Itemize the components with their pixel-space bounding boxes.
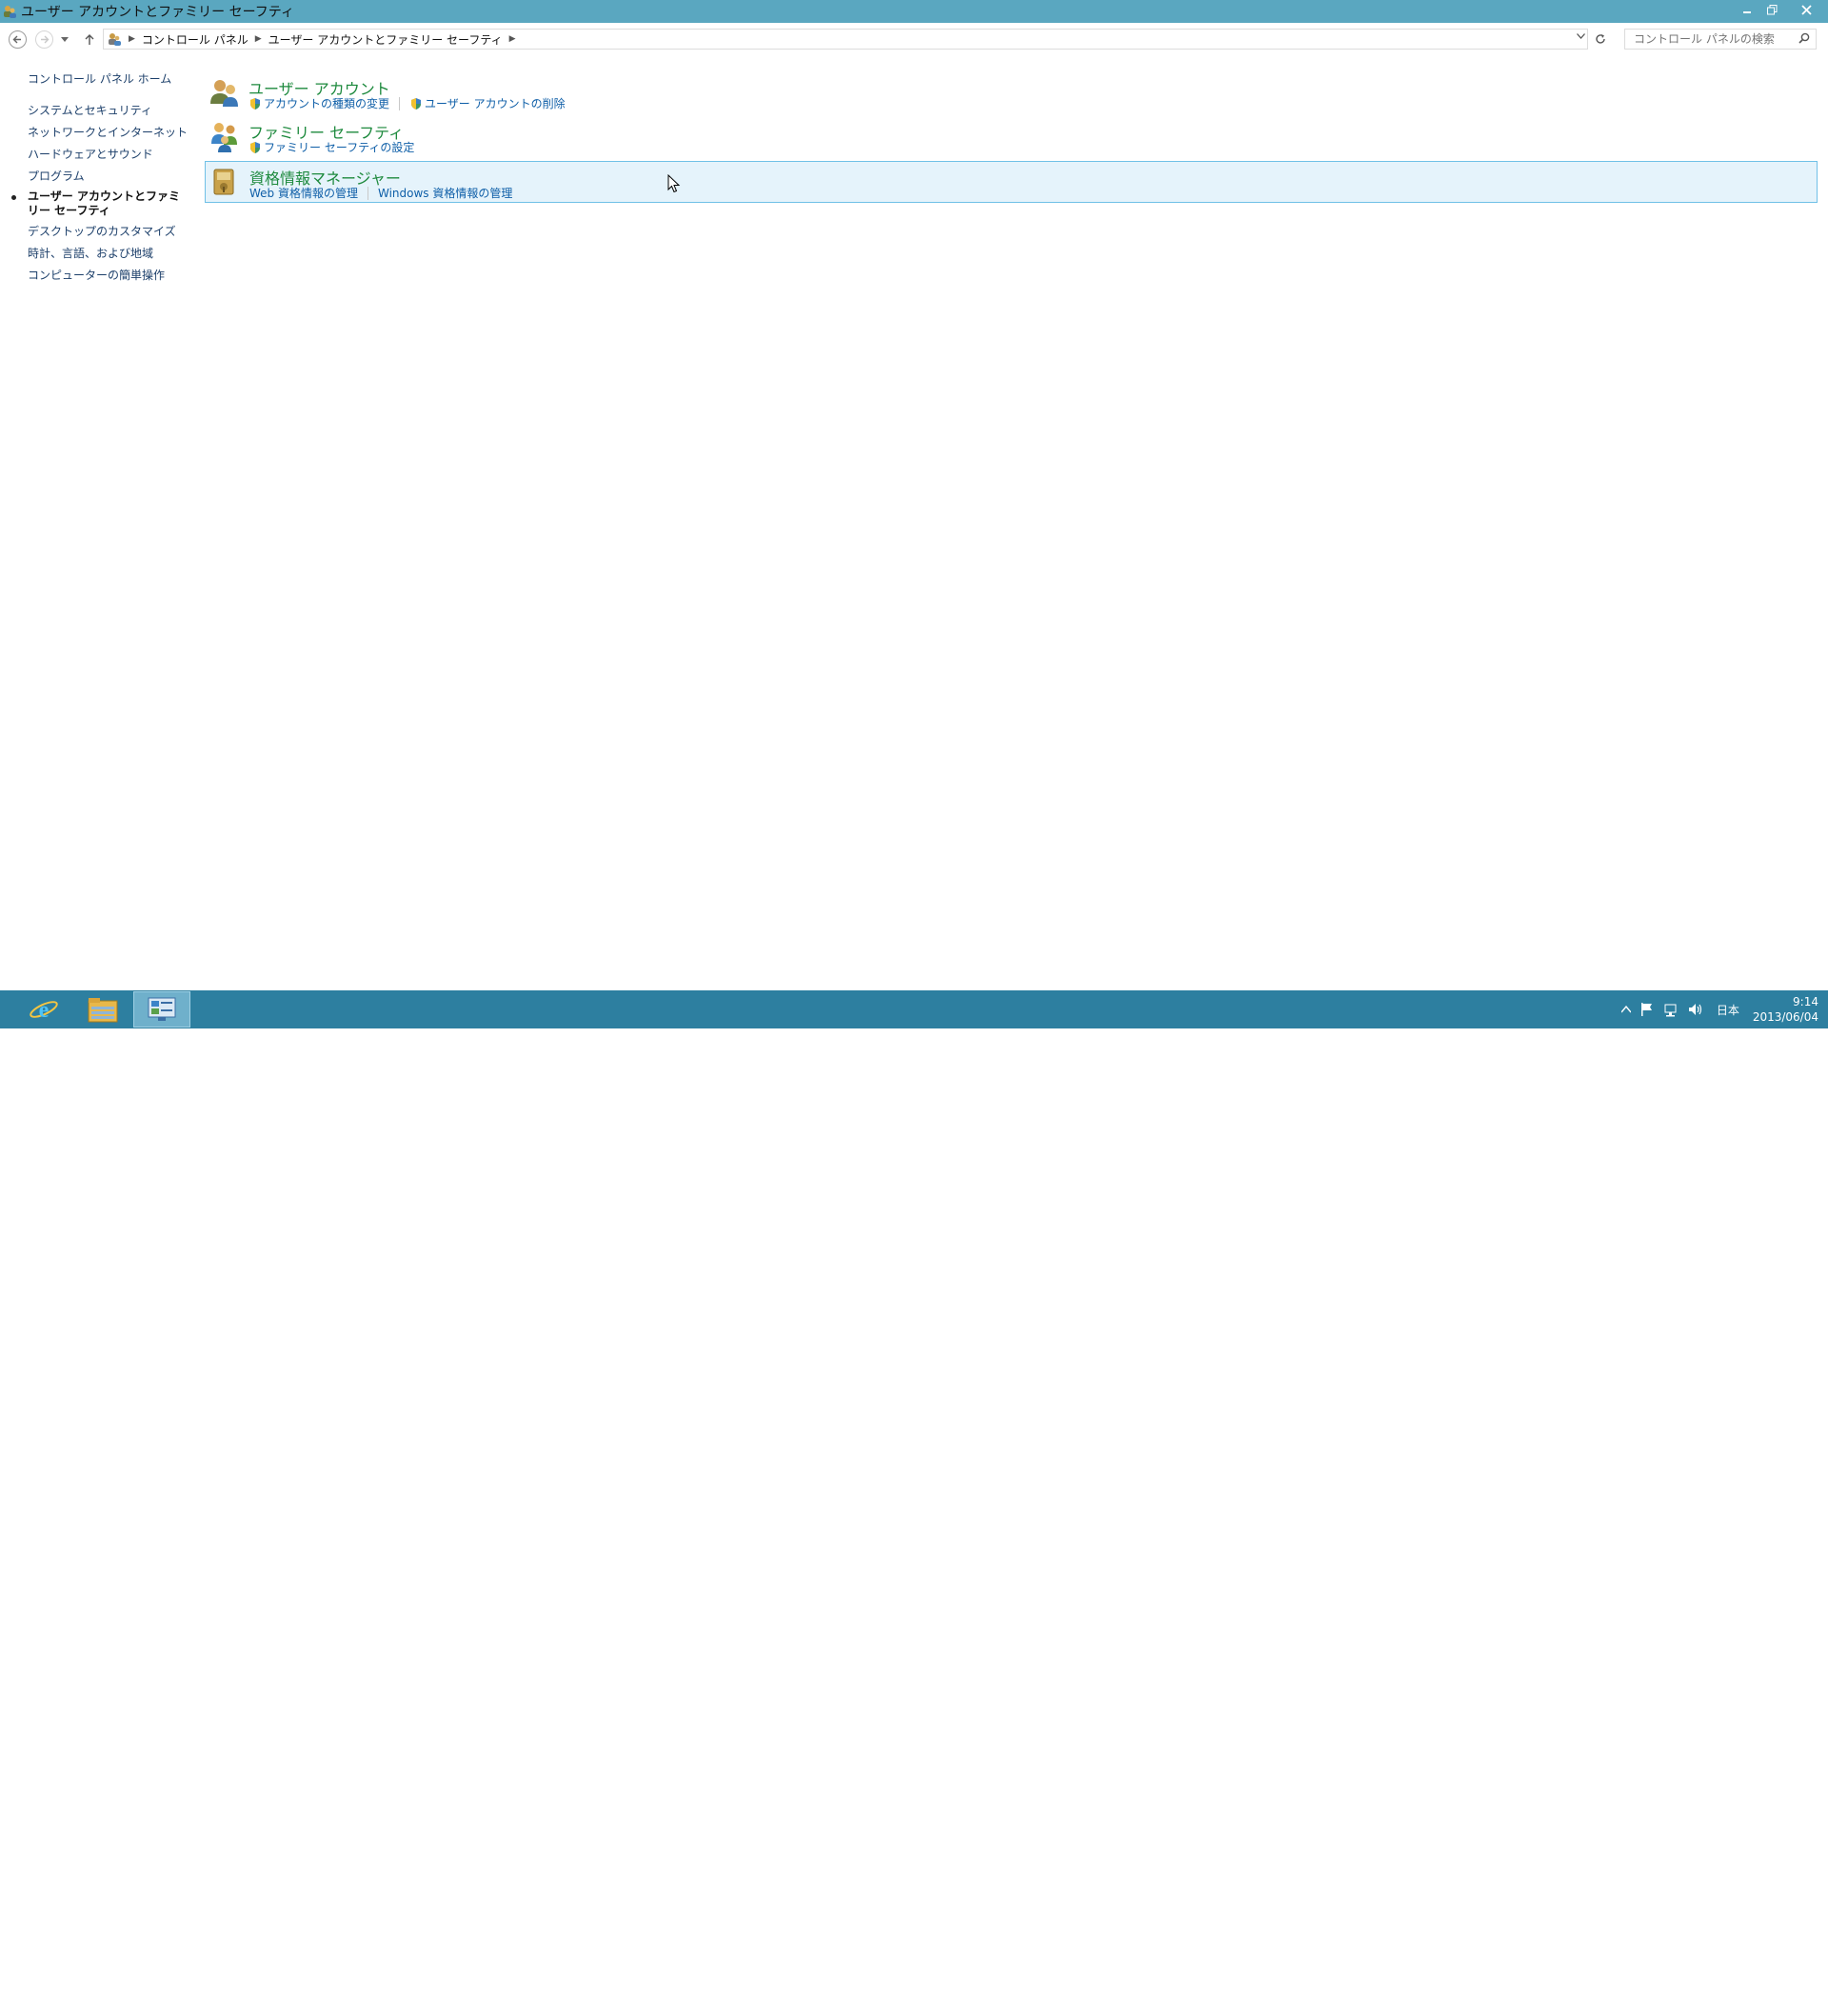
category-credential-manager[interactable]: 資格情報マネージャー Web 資格情報の管理 Windows 資格情報の管理 [205, 161, 1818, 203]
search-icon[interactable] [1798, 32, 1810, 47]
category-user-accounts[interactable]: ユーザー アカウント アカウントの種類の変更 ユーザー アカウントの削除 [205, 72, 1818, 114]
refresh-icon [1596, 34, 1605, 44]
control-panel-users-icon [2, 4, 17, 19]
family-safety-icon[interactable] [208, 119, 242, 153]
refresh-button[interactable] [1590, 30, 1611, 49]
link-label[interactable]: ユーザー アカウントの削除 [425, 95, 566, 111]
divider [399, 96, 401, 110]
link-label[interactable]: ファミリー セーフティの設定 [264, 139, 414, 155]
svg-text:e: e [39, 998, 50, 1023]
location-icon [107, 31, 122, 47]
current-item-bullet [11, 195, 16, 200]
control-panel-icon [148, 997, 176, 1021]
back-button[interactable] [9, 30, 27, 49]
restore-button[interactable] [1759, 0, 1784, 19]
search-box[interactable] [1624, 29, 1817, 50]
clock-date: 2013/06/04 [1752, 1010, 1818, 1024]
recent-locations-button[interactable] [58, 30, 71, 50]
address-dropdown-icon[interactable] [1577, 31, 1585, 42]
close-icon [1800, 4, 1812, 15]
uac-shield-icon [250, 141, 260, 153]
address-row: ▶ コントロール パネル ▶ ユーザー アカウントとファミリー セーフティ ▶ [0, 23, 1828, 55]
tray-overflow-icon[interactable] [1620, 1006, 1631, 1013]
link-label[interactable]: アカウントの種類の変更 [264, 95, 389, 111]
up-arrow-icon [85, 34, 94, 45]
taskbar-file-explorer[interactable] [74, 990, 131, 1028]
clock-time: 9:14 [1793, 995, 1818, 1008]
breadcrumb-control-panel[interactable]: コントロール パネル [142, 31, 248, 48]
nav-ease-of-access[interactable]: コンピューターの簡単操作 [28, 267, 165, 283]
input-language-indicator[interactable]: 日本 [1717, 1002, 1739, 1018]
breadcrumb-separator-icon[interactable]: ▶ [509, 34, 516, 44]
up-button[interactable] [79, 30, 100, 50]
breadcrumb-separator-icon[interactable]: ▶ [129, 34, 135, 44]
minimize-icon [1743, 11, 1751, 13]
watermark-text: The Collection Book [1653, 1989, 1805, 2009]
manage-web-credentials-link[interactable]: Web 資格情報の管理 [249, 185, 358, 201]
close-button[interactable] [1784, 0, 1828, 19]
delete-user-account-link[interactable]: ユーザー アカウントの削除 [409, 95, 566, 111]
forward-arrow-icon [41, 35, 50, 44]
forward-button[interactable] [35, 30, 53, 49]
internet-explorer-icon: e [30, 998, 58, 1023]
nav-user-accounts-current: ユーザー アカウントとファミリー セーフティ [28, 190, 180, 217]
back-arrow-icon [12, 35, 21, 44]
search-input[interactable] [1634, 32, 1796, 46]
user-accounts-icon[interactable] [208, 75, 242, 110]
nav-desktop-customize[interactable]: デスクトップのカスタマイズ [28, 223, 176, 239]
watermark: The Collection Book [1604, 1984, 1805, 2016]
volume-icon[interactable] [1688, 1002, 1705, 1017]
chevron-down-icon [61, 37, 69, 42]
taskbar-internet-explorer[interactable]: e [15, 990, 72, 1028]
nav-system-security[interactable]: システムとセキュリティ [28, 102, 152, 118]
nav-clock-language-region[interactable]: 時計、言語、および地域 [28, 245, 153, 261]
action-center-flag-icon[interactable] [1640, 1002, 1654, 1017]
clock[interactable]: 9:14 2013/06/04 [1753, 994, 1818, 1025]
taskbar-control-panel[interactable] [133, 991, 190, 1028]
uac-shield-icon [411, 97, 422, 110]
nav-network-internet[interactable]: ネットワークとインターネット [28, 124, 188, 140]
network-icon[interactable] [1663, 1002, 1679, 1017]
address-box[interactable]: ▶ コントロール パネル ▶ ユーザー アカウントとファミリー セーフティ ▶ [103, 29, 1588, 50]
breadcrumb-separator-icon[interactable]: ▶ [255, 34, 262, 44]
family-safety-settings-link[interactable]: ファミリー セーフティの設定 [248, 139, 414, 155]
nav-hardware-sound[interactable]: ハードウェアとサウンド [28, 146, 153, 162]
minimize-button[interactable] [1735, 0, 1759, 19]
file-explorer-icon [88, 998, 118, 1023]
change-account-type-link[interactable]: アカウントの種類の変更 [248, 95, 389, 111]
window-title: ユーザー アカウントとファミリー セーフティ [21, 5, 294, 20]
manage-windows-credentials-link[interactable]: Windows 資格情報の管理 [378, 185, 512, 201]
breadcrumb-user-accounts[interactable]: ユーザー アカウントとファミリー セーフティ [268, 31, 503, 48]
mouse-cursor-icon [667, 174, 681, 193]
taskbar: e The Collection Book 日本 9:14 2013/06/04 [0, 990, 1828, 2016]
system-tray: 日本 9:14 2013/06/04 [1612, 990, 1818, 1028]
nav-control-panel-home[interactable]: コントロール パネル ホーム [28, 70, 171, 87]
nav-programs[interactable]: プログラム [28, 168, 85, 184]
uac-shield-icon [250, 97, 260, 110]
credential-manager-icon[interactable] [208, 164, 242, 198]
title-bar: ユーザー アカウントとファミリー セーフティ [0, 0, 1828, 23]
restore-icon [1766, 4, 1777, 14]
book-watermark-icon [1605, 1987, 1644, 2016]
category-family-safety[interactable]: ファミリー セーフティ ファミリー セーフティの設定 [205, 116, 1818, 158]
